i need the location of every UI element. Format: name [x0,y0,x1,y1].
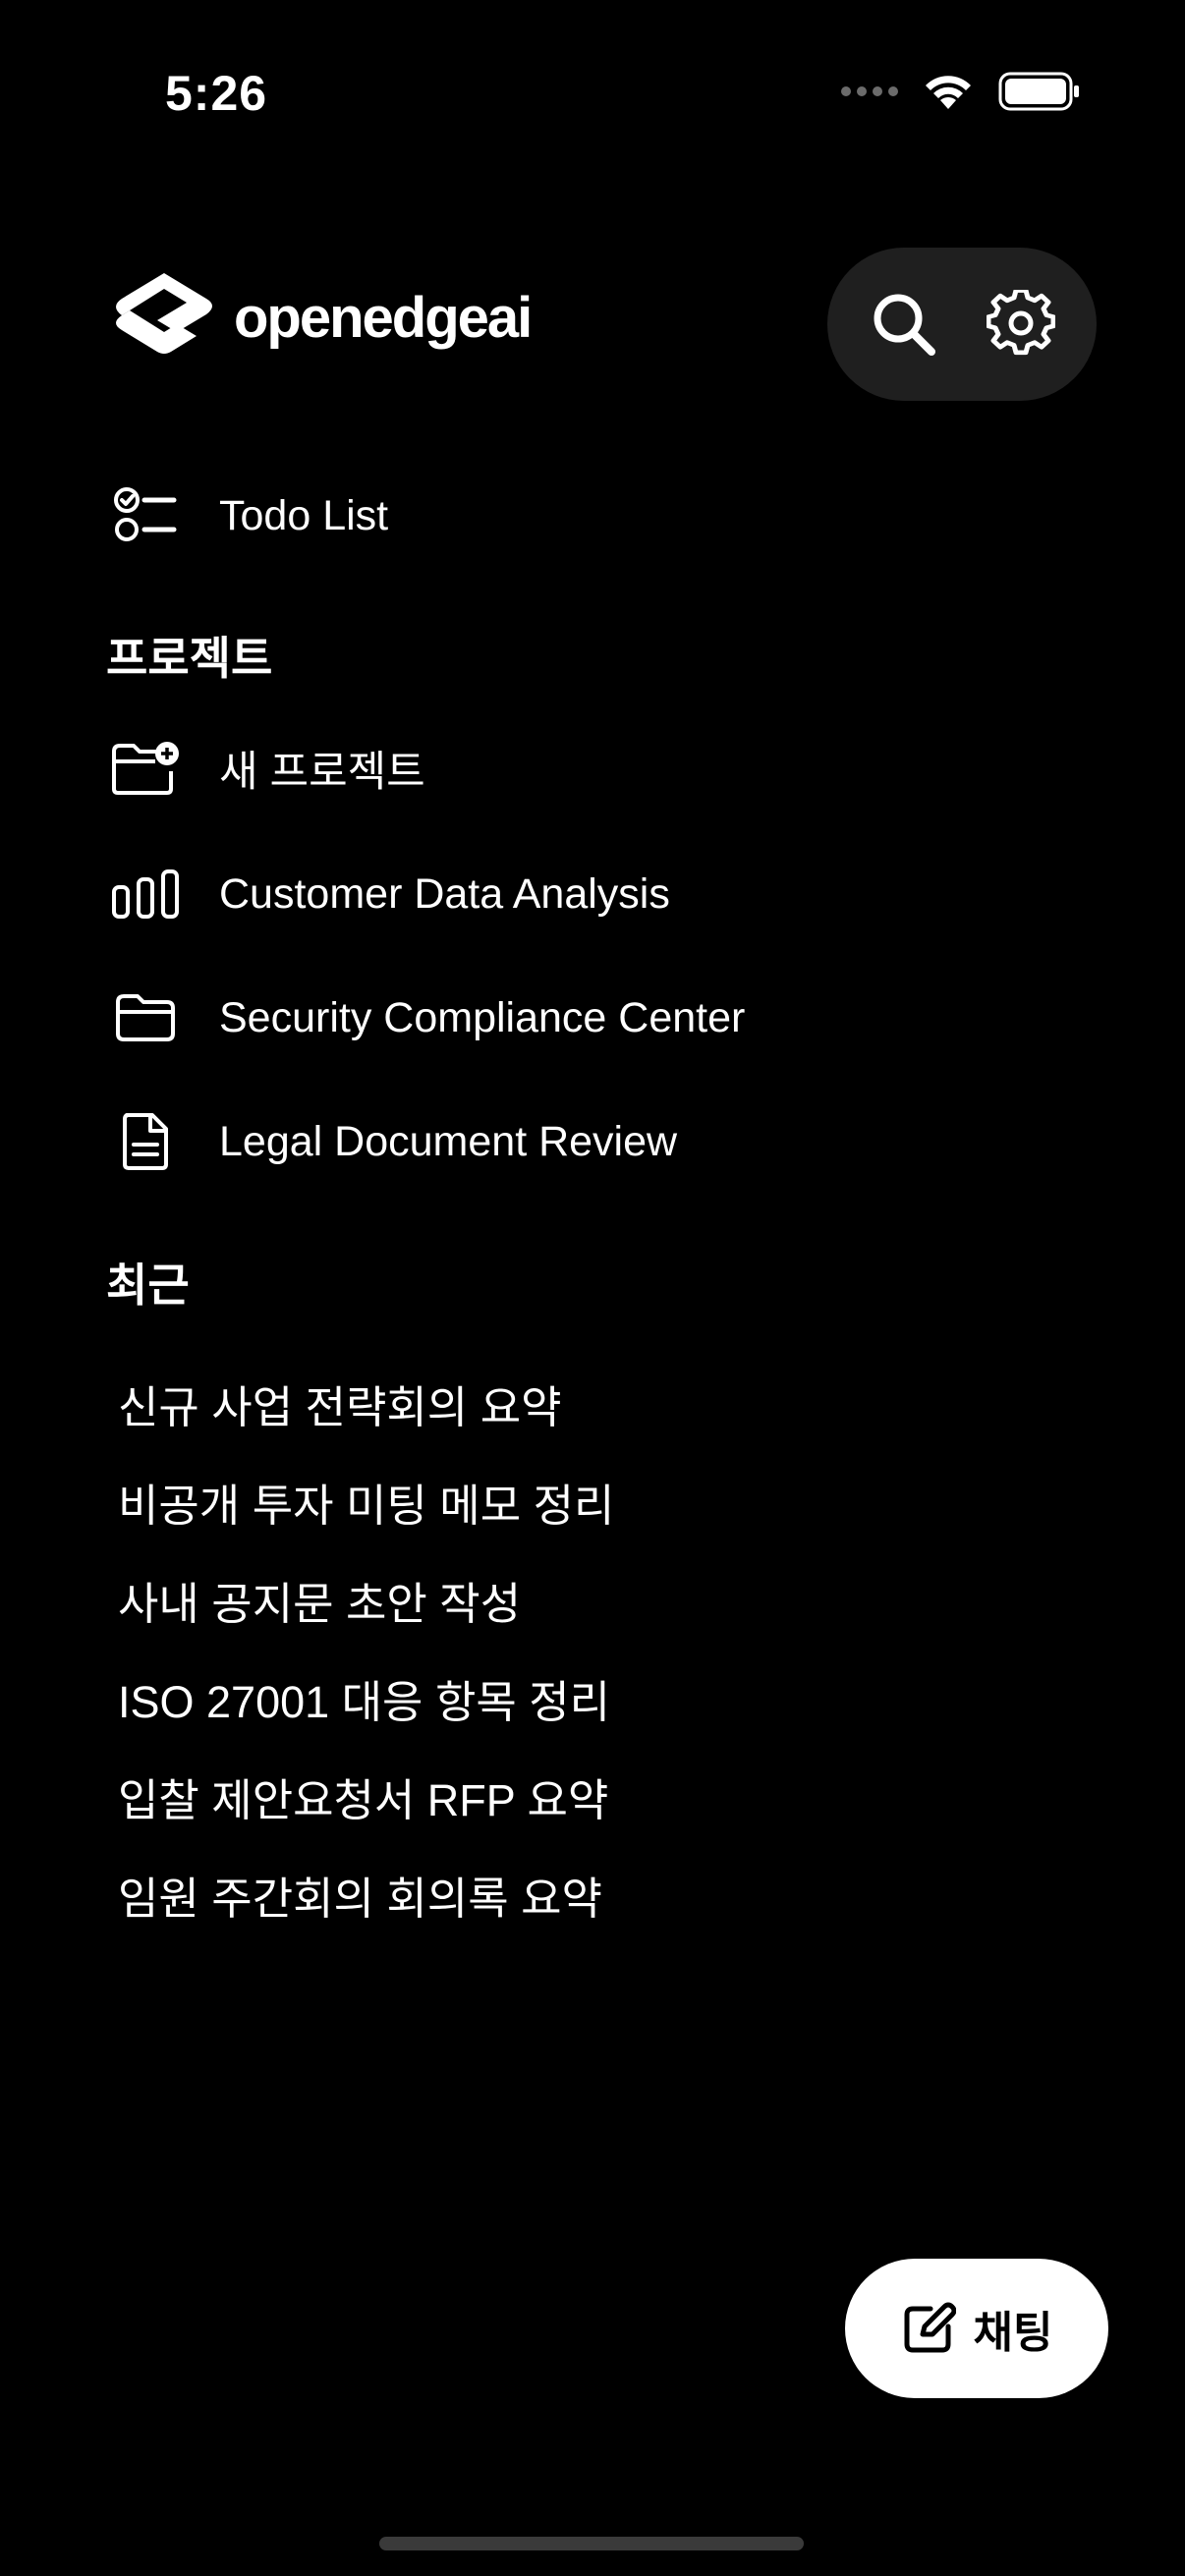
search-button[interactable] [855,275,953,373]
project-label: Security Compliance Center [219,993,746,1041]
recent-chat-item[interactable]: 비공개 투자 미팅 메모 정리 [118,1472,614,1570]
new-chat-label: 채팅 [973,2309,1053,2357]
battery-icon [998,72,1079,111]
recent-list: 신규 사업 전략회의 요약 비공개 투자 미팅 메모 정리 사내 공지문 초안 … [118,1373,614,1963]
folder-add-icon [108,731,183,806]
header-actions [827,248,1097,401]
project-item[interactable]: Legal Document Review [108,1102,677,1181]
new-chat-button[interactable]: 채팅 [845,2259,1108,2398]
gear-icon [986,290,1055,356]
recent-chat-item[interactable]: 임원 주간회의 회의록 요약 [118,1865,614,1963]
recent-chat-item[interactable]: 입찰 제안요청서 RFP 요약 [118,1766,614,1865]
folder-icon [108,980,183,1055]
todo-list-label: Todo List [219,491,389,539]
recent-section-title: 최근 [106,1260,190,1311]
cellular-signal-icon [841,86,898,96]
project-label: Legal Document Review [219,1117,678,1165]
checklist-icon [108,478,183,553]
recent-chat-item[interactable]: 사내 공지문 초안 작성 [118,1570,614,1668]
status-icons [841,71,1081,112]
app-logo: openedgeai [108,269,533,367]
recent-chat-item[interactable]: ISO 27001 대응 항목 정리 [118,1668,614,1766]
todo-list-item[interactable]: Todo List [108,476,388,555]
document-icon [108,1104,183,1179]
project-item[interactable]: Customer Data Analysis [108,855,670,933]
logo-mark-icon [116,273,212,354]
compose-icon [904,2302,956,2353]
settings-button[interactable] [972,275,1070,373]
project-label: Customer Data Analysis [219,869,670,918]
new-project-label: 새 프로젝트 [219,749,425,796]
search-icon [874,294,935,356]
project-item[interactable]: Security Compliance Center [108,979,745,1057]
recent-chat-item[interactable]: 신규 사업 전략회의 요약 [118,1373,614,1472]
logo-text: openedgeai [234,286,533,350]
status-time: 5:26 [165,66,268,121]
new-project-button[interactable]: 새 프로젝트 [108,729,425,808]
wifi-icon [926,76,971,109]
home-indicator[interactable] [379,2537,804,2550]
projects-section-title: 프로젝트 [106,633,273,684]
bar-chart-icon [108,857,183,931]
